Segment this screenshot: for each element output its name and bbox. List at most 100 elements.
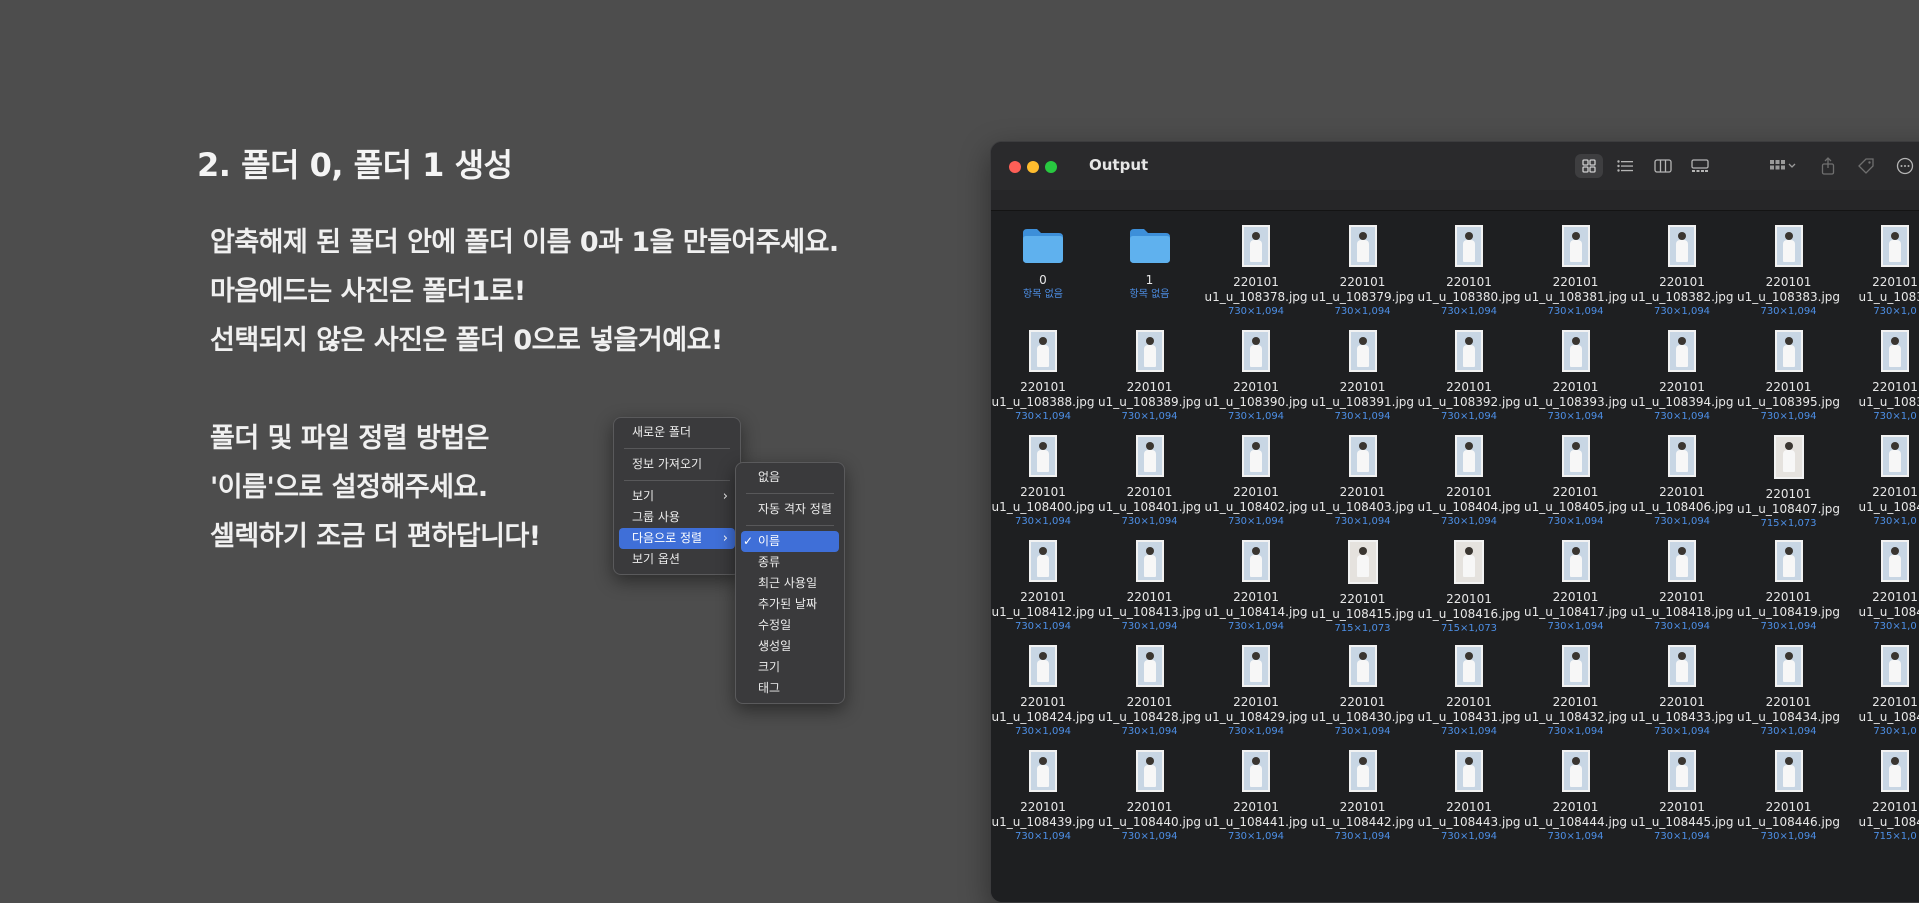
file-item[interactable]: 220101 u1_u_108419.jpg 730×1,094 (1737, 540, 1841, 633)
file-item[interactable]: 220101 u1_u_108434.jpg 730×1,094 (1737, 645, 1841, 738)
sort-name[interactable]: ✓ 이름 (741, 531, 839, 552)
folder-item[interactable]: 0 항목 없음 (991, 225, 1095, 301)
menu-item-view-options[interactable]: 보기 옵션 (619, 549, 735, 570)
list-view-button[interactable] (1611, 154, 1639, 178)
file-info: 730×1,094 (1227, 621, 1285, 632)
photo-thumbnail (1774, 225, 1803, 267)
file-item[interactable]: 220101 u1_u_108439.jpg 730×1,094 (991, 750, 1095, 843)
column-view-button[interactable] (1649, 154, 1677, 178)
sort-date-added[interactable]: 추가된 날짜 (741, 594, 839, 615)
tag-button[interactable] (1855, 154, 1877, 178)
file-item[interactable]: 220101u1_u_10843 730×1,0 (1843, 645, 1919, 738)
zoom-button[interactable] (1045, 161, 1057, 173)
file-item[interactable]: 220101 u1_u_108407.jpg 715×1,073 (1737, 435, 1841, 530)
sort-snap-to-grid[interactable]: 자동 격자 정렬 (741, 499, 839, 520)
file-item[interactable]: 220101 u1_u_108394.jpg 730×1,094 (1630, 330, 1734, 423)
file-item[interactable]: 220101 u1_u_108417.jpg 730×1,094 (1524, 540, 1628, 633)
file-item[interactable]: 220101 u1_u_108392.jpg 730×1,094 (1417, 330, 1521, 423)
file-item[interactable]: 220101 u1_u_108416.jpg 715×1,073 (1417, 540, 1521, 635)
file-item[interactable]: 220101 u1_u_108382.jpg 730×1,094 (1630, 225, 1734, 318)
file-item[interactable]: 220101 u1_u_108405.jpg 730×1,094 (1524, 435, 1628, 528)
gallery-view-button[interactable] (1686, 154, 1714, 178)
file-name-line1: 220101 (1765, 695, 1812, 709)
file-name-line1: 220101 (1872, 695, 1918, 709)
file-item[interactable]: 220101 u1_u_108431.jpg 730×1,094 (1417, 645, 1521, 738)
file-item[interactable]: 220101 u1_u_108428.jpg 730×1,094 (1098, 645, 1202, 738)
file-item[interactable]: 220101u1_u_10844 715×1,0 (1843, 750, 1919, 843)
file-item[interactable]: 220101 u1_u_108412.jpg 730×1,094 (991, 540, 1095, 633)
sort-none[interactable]: 없음 (741, 467, 839, 488)
file-info: 730×1,094 (1014, 726, 1072, 737)
file-item[interactable]: 220101 u1_u_108424.jpg 730×1,094 (991, 645, 1095, 738)
file-item[interactable]: 220101 u1_u_108413.jpg 730×1,094 (1098, 540, 1202, 633)
file-name-line1: 220101 (1765, 487, 1812, 501)
file-item[interactable]: 220101 u1_u_108388.jpg 730×1,094 (991, 330, 1095, 423)
file-item[interactable]: 220101 u1_u_108379.jpg 730×1,094 (1311, 225, 1415, 318)
file-item[interactable]: 220101 u1_u_108418.jpg 730×1,094 (1630, 540, 1734, 633)
photo-thumbnail (1774, 750, 1803, 792)
file-item[interactable]: 220101 u1_u_108406.jpg 730×1,094 (1630, 435, 1734, 528)
file-item[interactable]: 220101 u1_u_108446.jpg 730×1,094 (1737, 750, 1841, 843)
file-item[interactable]: 220101 u1_u_108390.jpg 730×1,094 (1204, 330, 1308, 423)
file-item[interactable]: 220101 u1_u_108442.jpg 730×1,094 (1311, 750, 1415, 843)
file-item[interactable]: 220101 u1_u_108443.jpg 730×1,094 (1417, 750, 1521, 843)
file-item[interactable]: 220101 u1_u_108381.jpg 730×1,094 (1524, 225, 1628, 318)
file-item[interactable]: 220101u1_u_10839 730×1,0 (1843, 330, 1919, 423)
file-item[interactable]: 220101 u1_u_108402.jpg 730×1,094 (1204, 435, 1308, 528)
file-item[interactable]: 220101 u1_u_108433.jpg 730×1,094 (1630, 645, 1734, 738)
icon-view-button[interactable] (1575, 154, 1603, 178)
more-button[interactable] (1893, 154, 1917, 178)
menu-item-new-folder[interactable]: 새로운 폴더 (619, 422, 735, 443)
file-item[interactable]: 220101 u1_u_108440.jpg 730×1,094 (1098, 750, 1202, 843)
file-item[interactable]: 220101 u1_u_108404.jpg 730×1,094 (1417, 435, 1521, 528)
menu-separator (624, 448, 730, 449)
file-item[interactable]: 220101 u1_u_108441.jpg 730×1,094 (1204, 750, 1308, 843)
file-item[interactable]: 220101 u1_u_108380.jpg 730×1,094 (1417, 225, 1521, 318)
file-item[interactable]: 220101u1_u_10838 730×1,0 (1843, 225, 1919, 318)
file-item[interactable]: 220101 u1_u_108414.jpg 730×1,094 (1204, 540, 1308, 633)
file-info: 730×1,094 (1440, 726, 1498, 737)
file-item[interactable]: 220101 u1_u_108400.jpg 730×1,094 (991, 435, 1095, 528)
sort-date-created[interactable]: 생성일 (741, 636, 839, 657)
file-item[interactable]: 220101 u1_u_108429.jpg 730×1,094 (1204, 645, 1308, 738)
file-name-line2: u1_u_108441.jpg (1204, 815, 1308, 829)
file-item[interactable]: 220101 u1_u_108383.jpg 730×1,094 (1737, 225, 1841, 318)
file-name-line2: u1_u_108430.jpg (1310, 710, 1415, 724)
sort-last-opened[interactable]: 최근 사용일 (741, 573, 839, 594)
close-button[interactable] (1009, 161, 1021, 173)
file-item[interactable]: 220101 u1_u_108401.jpg 730×1,094 (1098, 435, 1202, 528)
file-item[interactable]: 220101 u1_u_108389.jpg 730×1,094 (1098, 330, 1202, 423)
file-name-line1: 220101 (1765, 800, 1812, 814)
file-item[interactable]: 220101 u1_u_108445.jpg 730×1,094 (1630, 750, 1734, 843)
photo-thumbnail (1774, 330, 1803, 372)
minimize-button[interactable] (1027, 161, 1039, 173)
group-button[interactable] (1763, 154, 1803, 178)
file-item[interactable]: 220101 u1_u_108415.jpg 715×1,073 (1311, 540, 1415, 635)
photo-thumbnail (1668, 330, 1696, 372)
menu-item-use-groups[interactable]: 그룹 사용 (619, 507, 735, 528)
menu-item-get-info[interactable]: 정보 가져오기 (619, 454, 735, 475)
menu-separator (746, 525, 834, 526)
file-item[interactable]: 220101 u1_u_108430.jpg 730×1,094 (1311, 645, 1415, 738)
menu-item-sort-by[interactable]: 다음으로 정렬 › (619, 528, 735, 549)
file-info: 730×1,0 (1873, 411, 1917, 422)
file-info: 730×1,094 (1653, 831, 1711, 842)
file-item[interactable]: 220101 u1_u_108378.jpg 730×1,094 (1204, 225, 1308, 318)
file-item[interactable]: 220101 u1_u_108391.jpg 730×1,094 (1311, 330, 1415, 423)
folder-item[interactable]: 1 항목 없음 (1098, 225, 1202, 301)
share-button[interactable] (1817, 154, 1839, 178)
sort-kind[interactable]: 종류 (741, 552, 839, 573)
photo-thumbnail (1029, 540, 1057, 582)
file-item[interactable]: 220101u1_u_10840 730×1,0 (1843, 435, 1919, 528)
file-item[interactable]: 220101 u1_u_108403.jpg 730×1,094 (1311, 435, 1415, 528)
file-item[interactable]: 220101 u1_u_108395.jpg 730×1,094 (1737, 330, 1841, 423)
file-info: 730×1,094 (1014, 621, 1072, 632)
file-item[interactable]: 220101 u1_u_108393.jpg 730×1,094 (1524, 330, 1628, 423)
file-item[interactable]: 220101 u1_u_108444.jpg 730×1,094 (1524, 750, 1628, 843)
file-item[interactable]: 220101 u1_u_108432.jpg 730×1,094 (1524, 645, 1628, 738)
menu-item-view[interactable]: 보기 › (619, 486, 735, 507)
sort-tags[interactable]: 태그 (741, 678, 839, 699)
sort-size[interactable]: 크기 (741, 657, 839, 678)
sort-date-modified[interactable]: 수정일 (741, 615, 839, 636)
file-item[interactable]: 220101u1_u_10842 730×1,0 (1843, 540, 1919, 633)
